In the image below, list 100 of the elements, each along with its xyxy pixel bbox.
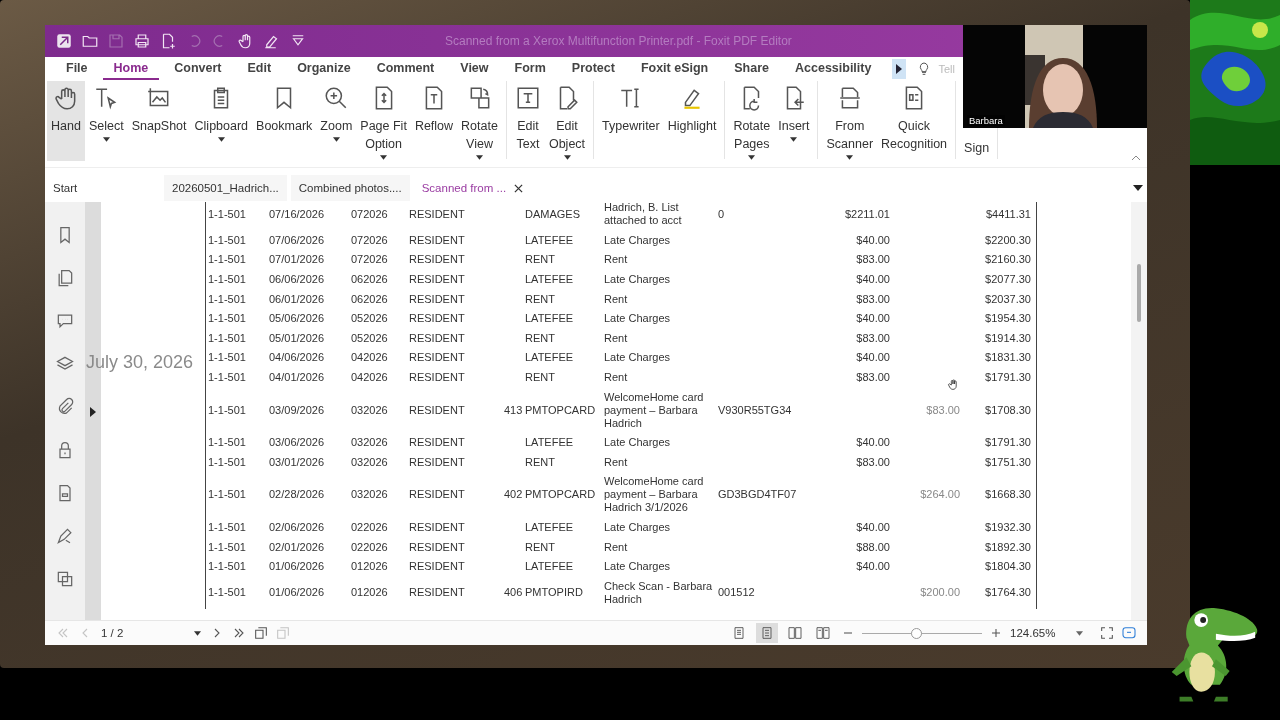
ribbon-tool-button[interactable]: Typewriter	[598, 81, 664, 161]
table-cell-text: $1791.30	[984, 436, 1032, 450]
table-cell-text: Rent	[603, 540, 629, 554]
table-cell-text: RESIDENT	[409, 436, 466, 450]
table-cell-text: $83.00	[925, 403, 960, 417]
pen-icon[interactable]	[55, 525, 75, 547]
ribbon-tool-button[interactable]: Clipboard	[190, 81, 253, 161]
table-cell-text: Rent	[603, 331, 629, 345]
table-cell-text: Check Scan - Barbara Hadrich	[603, 579, 714, 606]
table-cell-text: 042026	[351, 351, 389, 365]
ribbon-tool-button[interactable]: Edit Object	[544, 81, 590, 161]
table-cell-text: 1-1-501	[207, 331, 247, 345]
ribbon-tool-button[interactable]: Sign	[960, 139, 994, 161]
ribbon-tool-button[interactable]: Page Fit Option	[356, 81, 411, 161]
ribbon-tool-button[interactable]: Zoom	[316, 81, 357, 161]
table-cell-text: 1-1-501	[207, 436, 247, 450]
table-cell-text: 1-1-501	[207, 521, 247, 534]
app-logo-icon	[55, 32, 73, 50]
document-tab[interactable]: Combined photos....	[290, 175, 410, 201]
table-cell-text: 0	[718, 207, 726, 221]
table-cell-text: $1932.30	[984, 521, 1032, 534]
table-cell-text: 03/06/2026	[269, 436, 326, 450]
page-number-field[interactable]: 1 / 2	[99, 627, 203, 639]
table-cell-text: $1764.30	[984, 586, 1032, 600]
menu-tab[interactable]: Foxit eSign	[629, 58, 720, 80]
table-cell-text: $2077.30	[984, 273, 1032, 287]
table-cell-text: 032026	[351, 455, 389, 469]
ribbon-tool-button[interactable]: SnapShot	[127, 81, 191, 161]
menu-tab[interactable]: Share	[723, 58, 780, 80]
table-cell-text: 02/28/2026	[269, 488, 326, 502]
table-cell-text: 062026	[351, 292, 389, 306]
scroll-right-icon[interactable]	[892, 59, 907, 79]
ribbon-tool-button[interactable]: Highlight	[663, 81, 721, 161]
table-cell-text: 04/06/2026	[269, 351, 326, 365]
table-cell-text: V930R55TG34	[718, 403, 793, 417]
menu-tab[interactable]: Accessibility	[784, 58, 883, 80]
table-cell-text: 03/09/2026	[269, 403, 326, 417]
table-cell-text: LATEFEE	[524, 560, 575, 574]
view-mode-button[interactable]	[756, 623, 778, 643]
table-cell-text: RESIDENT	[409, 331, 466, 345]
table-cell-text: $2037.30	[984, 292, 1032, 306]
table-cell-text: $40.00	[855, 233, 890, 247]
print-icon[interactable]	[133, 32, 151, 50]
table-cell-text: Rent	[603, 253, 629, 267]
ribbon-tool-button[interactable]: Rotate Pages	[729, 81, 775, 161]
scrollbar[interactable]	[1131, 202, 1147, 620]
table-cell-text: 1-1-501	[207, 455, 247, 469]
caret-icon[interactable]	[194, 630, 201, 636]
fullscreen-icon[interactable]	[1099, 625, 1115, 641]
table-cell-text: RESIDENT	[409, 207, 466, 221]
document-tab[interactable]: 20260501_Hadrich...	[164, 175, 287, 201]
table-cell-text: $264.00	[919, 488, 960, 502]
ribbon-tool-button[interactable]: Edit Text	[510, 81, 545, 161]
menu-tab[interactable]: File	[55, 58, 99, 80]
table-cell-text: 1-1-501	[207, 292, 247, 306]
menu-tab[interactable]: Edit	[236, 58, 283, 80]
table-cell-text: RENT	[524, 455, 556, 469]
menu-tab[interactable]: Organize	[286, 58, 362, 80]
ribbon-tool-button[interactable]: Rotate View	[457, 81, 502, 161]
table-cell-text: $4411.31	[984, 207, 1032, 221]
table-cell-text: 001512	[718, 586, 756, 600]
ribbon-tool-button[interactable]: Quick Recognition	[877, 81, 952, 161]
menu-tab[interactable]: View	[449, 58, 500, 80]
table-cell-text: $1914.30	[984, 331, 1032, 345]
table-cell-text: $200.00	[919, 586, 960, 600]
table-cell-text: 07/01/2026	[269, 253, 326, 267]
table-cell-text: 1-1-501	[207, 403, 247, 417]
table-cell-text: Hadrich, B. List attached to acct	[603, 202, 683, 228]
table-cell-text: LATEFEE	[524, 312, 575, 326]
table-cell-text: RESIDENT	[409, 488, 466, 502]
table-cell-text: $83.00	[855, 455, 890, 469]
menu-tab[interactable]: Form	[503, 58, 557, 80]
table-cell-text: 032026	[351, 436, 389, 450]
table-cell-text: RESIDENT	[409, 586, 466, 600]
menu-tab[interactable]: Comment	[365, 58, 446, 80]
table-cell-text: LATEFEE	[524, 273, 575, 287]
ribbon-tool-button[interactable]: Reflow	[410, 81, 458, 161]
menu-tab[interactable]: Home	[102, 58, 160, 80]
ribbon-tool-button[interactable]: From Scanner	[822, 81, 878, 161]
ribbon-tool-button[interactable]: Bookmark	[252, 81, 317, 161]
table-cell-text: LATEFEE	[524, 436, 575, 450]
menu-tab[interactable]: Convert	[163, 58, 233, 80]
table-cell-text: WelcomeHome card payment – Barbara Hadrich	[603, 390, 705, 430]
chat-icon[interactable]	[1121, 625, 1137, 641]
menu-tab[interactable]: Protect	[560, 58, 626, 80]
ribbon-tool-button[interactable]: Select	[84, 81, 128, 161]
zoom-value[interactable]: 124.65%	[1010, 627, 1070, 639]
close-icon[interactable]	[514, 183, 524, 193]
table-cell-text: Rent	[603, 455, 629, 469]
table-cell-text: RESIDENT	[409, 371, 466, 385]
table-cell-text: 05/01/2026	[269, 331, 326, 345]
copy-icon[interactable]	[253, 625, 269, 641]
ribbon-tool-button[interactable]: Insert	[774, 81, 814, 161]
participant-name: Barbara	[967, 115, 1005, 126]
table-cell-text: $1892.30	[984, 540, 1032, 554]
caret-icon[interactable]	[1133, 185, 1143, 191]
collapse-ribbon-icon[interactable]	[1131, 155, 1141, 161]
table-cell-text: RESIDENT	[409, 540, 466, 554]
expand-panel-icon[interactable]	[90, 407, 96, 417]
ribbon-tool-button[interactable]: Hand	[47, 81, 85, 161]
